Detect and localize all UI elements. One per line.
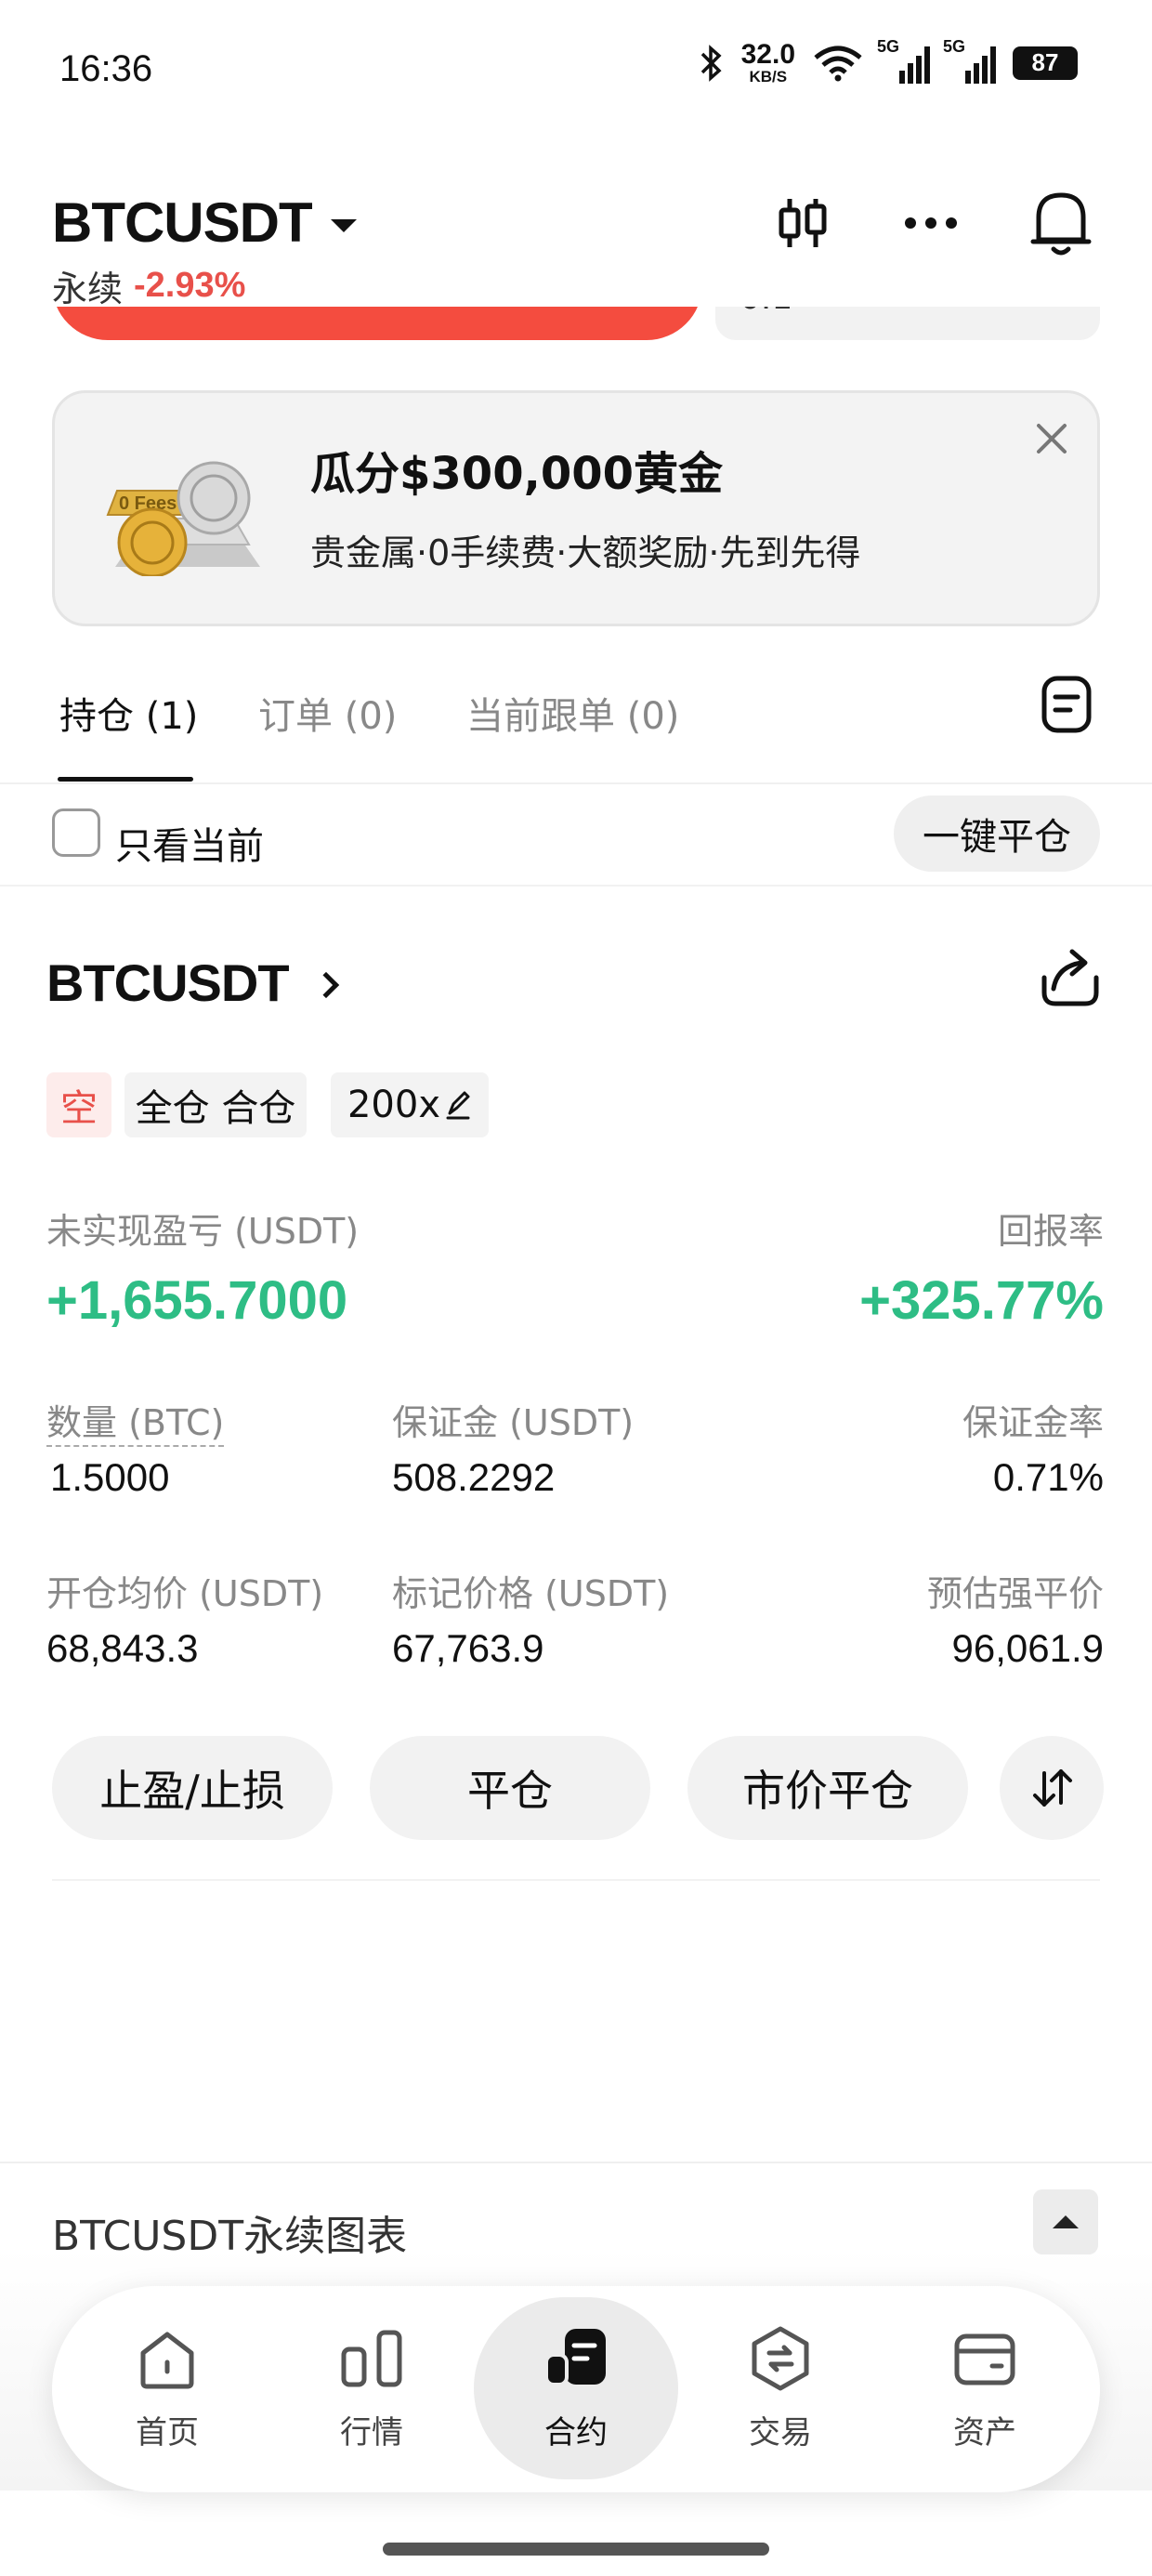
swap-arrows-icon — [1033, 1769, 1072, 1807]
home-indicator[interactable] — [383, 2543, 769, 2556]
only-current-checkbox[interactable] — [52, 808, 100, 857]
side-tag-short: 空 — [46, 1072, 111, 1137]
symbol-title: BTCUSDT — [52, 191, 313, 254]
chart-divider — [0, 2162, 1152, 2163]
more-icon[interactable] — [892, 184, 970, 262]
section-divider — [0, 885, 1152, 887]
contract-type: 永续 — [52, 269, 124, 309]
status-time: 16:36 — [59, 48, 153, 89]
tab-orders[interactable]: 订单 (0) — [258, 686, 397, 740]
symbol-subline: 永续 -2.93% — [52, 260, 245, 311]
order-history-icon[interactable] — [1039, 675, 1098, 738]
close-all-button[interactable]: 一键平仓 — [894, 795, 1100, 872]
close-position-button[interactable]: 平仓 — [370, 1736, 650, 1840]
margin-ratio-value: 0.71% — [992, 1455, 1104, 1499]
market-close-button[interactable]: 市价平仓 — [687, 1736, 968, 1840]
market-icon — [336, 2323, 407, 2394]
edit-icon — [446, 1091, 470, 1120]
nav-assets[interactable]: 资产 — [910, 2323, 1059, 2472]
position-symbol: BTCUSDT — [46, 953, 290, 1012]
nav-futures[interactable]: 合约 — [502, 2323, 650, 2472]
futures-icon — [541, 2323, 611, 2394]
share-icon[interactable] — [1033, 940, 1107, 1015]
caret-down-icon — [330, 218, 357, 232]
roe-value: +325.77% — [859, 1270, 1104, 1331]
leverage-tag[interactable]: 200x — [331, 1072, 489, 1137]
entry-price-value: 68,843.3 — [46, 1626, 199, 1670]
signal-icon-1: 5G — [877, 37, 930, 84]
nav-trade[interactable]: 交易 — [706, 2323, 855, 2472]
nav-market[interactable]: 行情 — [297, 2323, 446, 2472]
wallet-icon — [949, 2323, 1020, 2394]
symbol-selector[interactable]: BTCUSDT — [52, 191, 357, 255]
battery-indicator: 87 — [1013, 46, 1078, 80]
price-change: -2.93% — [134, 266, 246, 305]
margin-label: 保证金 (USDT) — [392, 1402, 635, 1443]
banner-subtitle: 贵金属·0手续费·大额奖励·先到先得 — [310, 532, 861, 573]
chevron-right-icon — [312, 971, 339, 998]
tab-divider — [0, 782, 1152, 784]
nav-home[interactable]: 首页 — [93, 2323, 242, 2472]
only-current-label[interactable]: 只看当前 — [115, 816, 264, 870]
mark-price-value: 67,763.9 — [392, 1626, 544, 1670]
tab-positions[interactable]: 持仓 (1) — [59, 686, 198, 740]
tab-underline — [58, 777, 193, 782]
entry-price-label: 开仓均价 (USDT) — [46, 1573, 324, 1614]
liq-price-label: 预估强平价 — [926, 1573, 1104, 1614]
leverage-value: 200x — [347, 1084, 441, 1126]
caret-up-icon — [1053, 2215, 1079, 2228]
close-icon[interactable] — [1031, 418, 1072, 459]
roe-label: 回报率 — [997, 1211, 1104, 1252]
margin-mode-tag: 全仓 合仓 — [124, 1072, 307, 1137]
home-icon — [132, 2323, 203, 2394]
trade-icon — [745, 2323, 816, 2394]
tpsl-button[interactable]: 止盈/止损 — [52, 1736, 333, 1840]
card-divider — [52, 1879, 1100, 1881]
chart-expand-button[interactable] — [1033, 2189, 1098, 2254]
candlestick-chart-icon[interactable] — [764, 184, 842, 262]
liq-price-value: 96,061.9 — [951, 1626, 1105, 1670]
banner-title: 瓜分$300,000黄金 — [310, 448, 724, 500]
gold-coins-image: 0 Fees — [104, 453, 271, 578]
tab-copy-orders[interactable]: 当前跟单 (0) — [466, 686, 679, 740]
net-speed: 32.0 KB/S — [740, 39, 795, 85]
quantity-label[interactable]: 数量 (BTC) — [46, 1394, 225, 1447]
margin-value: 508.2292 — [392, 1455, 556, 1499]
bluetooth-icon — [700, 44, 722, 82]
position-symbol-link[interactable]: BTCUSDT — [46, 953, 339, 1013]
unrealized-pnl-value: +1,655.7000 — [46, 1270, 348, 1331]
reverse-position-button[interactable] — [1000, 1736, 1104, 1840]
mark-price-label: 标记价格 (USDT) — [392, 1573, 670, 1614]
wifi-icon — [814, 46, 862, 81]
bell-icon[interactable] — [1022, 184, 1100, 262]
unrealized-pnl-label: 未实现盈亏 (USDT) — [46, 1211, 360, 1252]
quantity-value: 1.5000 — [50, 1455, 170, 1499]
signal-icon-2: 5G — [943, 37, 996, 84]
margin-ratio-label: 保证金率 — [962, 1402, 1104, 1443]
status-icons: 32.0 KB/S 5G 5G 87 — [697, 37, 1078, 85]
